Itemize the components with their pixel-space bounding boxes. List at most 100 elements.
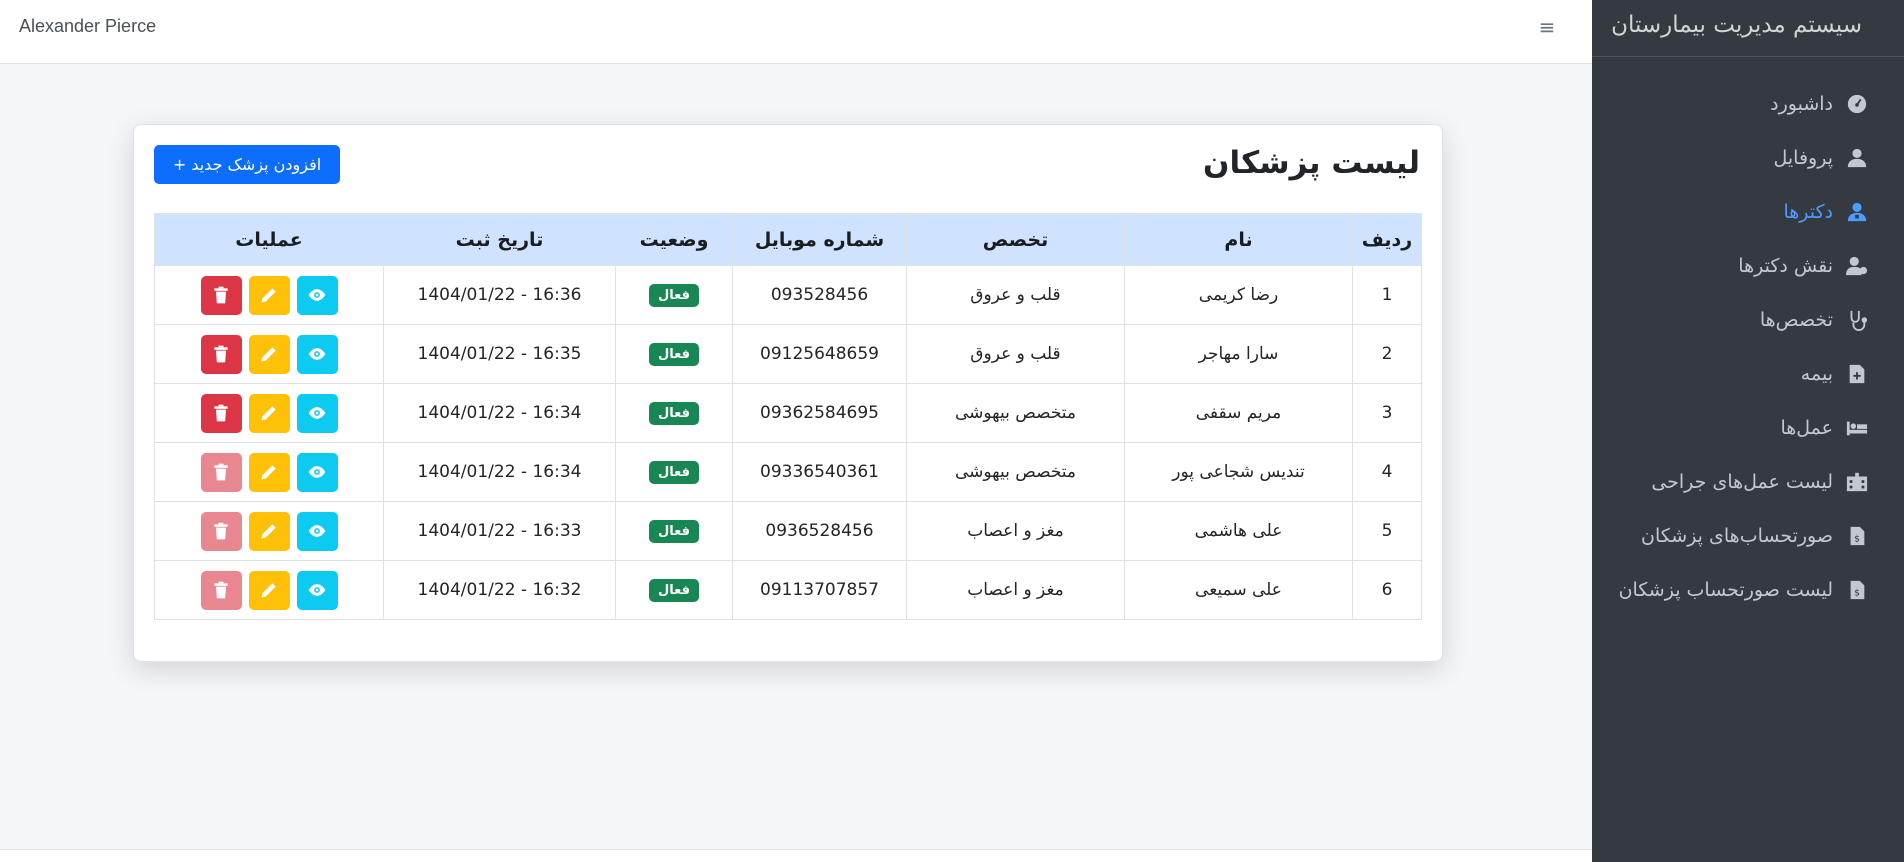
view-button[interactable]: [296, 452, 338, 492]
edit-button[interactable]: [248, 393, 290, 433]
delete-button[interactable]: [200, 570, 242, 610]
date-cell: 1404/01/22 - 16:36: [383, 265, 616, 325]
view-button[interactable]: [296, 393, 338, 433]
column-header-specialty: تخصص: [906, 213, 1125, 266]
edit-button[interactable]: [248, 275, 290, 315]
row-actions: [155, 452, 383, 492]
user-icon: [1845, 146, 1869, 170]
edit-button[interactable]: [248, 570, 290, 610]
trash-icon: [211, 580, 231, 600]
delete-button[interactable]: [200, 452, 242, 492]
row-number-cell: 6: [1352, 560, 1422, 620]
column-header-actions: عملیات: [154, 213, 384, 266]
sidebar-item-5[interactable]: بیمه: [1592, 347, 1904, 401]
mobile-cell: 0936528456: [732, 501, 907, 561]
row-actions: [155, 570, 383, 610]
sidebar-item-1[interactable]: پروفایل: [1592, 131, 1904, 185]
status-badge: فعال: [648, 460, 699, 484]
delete-button[interactable]: [200, 275, 242, 315]
delete-button[interactable]: [200, 393, 242, 433]
status-badge: فعال: [648, 401, 699, 425]
sidebar: سیستم مدیریت بیمارستان داشبورد پروفایل دکت…: [1592, 0, 1904, 862]
specialty-cell: متخصص بیهوشی: [906, 442, 1125, 502]
column-header-date: تاریخ ثبت: [383, 213, 616, 266]
trash-icon: [211, 521, 231, 541]
column-header-row-number: ردیف: [1352, 213, 1422, 266]
svg-text:$: $: [1854, 588, 1860, 599]
eye-icon: [307, 521, 327, 541]
sidebar-item-6[interactable]: عمل‌ها: [1592, 401, 1904, 455]
sidebar-item-label: دکترها: [1783, 201, 1833, 223]
mobile-cell: 09113707857: [732, 560, 907, 620]
name-cell: علی هاشمی: [1124, 501, 1353, 561]
status-cell: فعال: [615, 324, 733, 384]
row-number-cell: 5: [1352, 501, 1422, 561]
bed-icon: [1845, 416, 1869, 440]
name-cell: تندیس شجاعی پور: [1124, 442, 1353, 502]
actions-cell: [154, 442, 384, 502]
sidebar-item-label: تخصص‌ها: [1759, 309, 1833, 331]
status-badge: فعال: [648, 519, 699, 543]
name-cell: سارا مهاجر: [1124, 324, 1353, 384]
row-actions: [155, 393, 383, 433]
trash-icon: [211, 462, 231, 482]
row-actions: [155, 511, 383, 551]
pencil-icon: [259, 285, 279, 305]
view-button[interactable]: [296, 511, 338, 551]
eye-icon: [307, 403, 327, 423]
user-gear-icon: [1845, 254, 1869, 278]
delete-button[interactable]: [200, 511, 242, 551]
edit-button[interactable]: [248, 334, 290, 374]
specialty-cell: مغز و اعصاب: [906, 560, 1125, 620]
pencil-icon: [259, 403, 279, 423]
sidebar-item-4[interactable]: تخصص‌ها: [1592, 293, 1904, 347]
page-title: لیست پزشکان: [1203, 145, 1420, 181]
svg-text:$: $: [1854, 534, 1860, 545]
status-cell: فعال: [615, 560, 733, 620]
sidebar-item-label: نقش دکترها: [1738, 255, 1833, 277]
sidebar-item-2[interactable]: دکترها: [1592, 185, 1904, 239]
view-button[interactable]: [296, 275, 338, 315]
sidebar-item-0[interactable]: داشبورد: [1592, 77, 1904, 131]
edit-button[interactable]: [248, 452, 290, 492]
actions-cell: [154, 383, 384, 443]
actions-cell: [154, 501, 384, 561]
status-cell: فعال: [615, 265, 733, 325]
invoice-icon: $: [1845, 524, 1869, 548]
sidebar-item-3[interactable]: نقش دکترها: [1592, 239, 1904, 293]
view-button[interactable]: [296, 570, 338, 610]
mobile-cell: 09125648659: [732, 324, 907, 384]
date-cell: 1404/01/22 - 16:35: [383, 324, 616, 384]
sidebar-item-label: پروفایل: [1773, 147, 1834, 169]
name-cell: رضا کریمی: [1124, 265, 1353, 325]
sidebar-item-label: عمل‌ها: [1780, 417, 1833, 439]
edit-button[interactable]: [248, 511, 290, 551]
status-cell: فعال: [615, 501, 733, 561]
mobile-cell: 09336540361: [732, 442, 907, 502]
column-header-status: وضعیت: [615, 213, 733, 266]
table-row: 3 مریم سقفی متخصص بیهوشی 09362584695 فعال 140…: [154, 383, 1422, 443]
brand-title[interactable]: سیستم مدیریت بیمارستان: [1592, 0, 1904, 57]
sidebar-item-label: صورتحساب‌های پزشکان: [1641, 525, 1833, 547]
sidebar-item-9[interactable]: $ لیست صورتحساب پزشکان: [1592, 563, 1904, 617]
doctors-table: ردیف نام تخصص شماره موبایل وضعیت تاریخ ث…: [154, 213, 1422, 620]
table-row: 5 علی هاشمی مغز و اعصاب 0936528456 فعال 1404/…: [154, 501, 1422, 561]
row-actions: [155, 275, 383, 315]
trash-icon: [211, 285, 231, 305]
hospital-icon: [1845, 470, 1869, 494]
delete-button[interactable]: [200, 334, 242, 374]
specialty-cell: قلب و عروق: [906, 265, 1125, 325]
name-cell: مریم سقفی: [1124, 383, 1353, 443]
eye-icon: [307, 285, 327, 305]
sidebar-item-8[interactable]: $ صورتحساب‌های پزشکان: [1592, 509, 1904, 563]
row-number-cell: 1: [1352, 265, 1422, 325]
user-name[interactable]: Alexander Pierce: [19, 16, 156, 37]
mobile-cell: 09362584695: [732, 383, 907, 443]
status-cell: فعال: [615, 442, 733, 502]
eye-icon: [307, 344, 327, 364]
view-button[interactable]: [296, 334, 338, 374]
eye-icon: [307, 580, 327, 600]
sidebar-item-7[interactable]: لیست عمل‌های جراحی: [1592, 455, 1904, 509]
bars-icon[interactable]: ≡: [1536, 14, 1558, 40]
add-doctor-button[interactable]: افزودن پزشک جدید +: [154, 145, 340, 184]
